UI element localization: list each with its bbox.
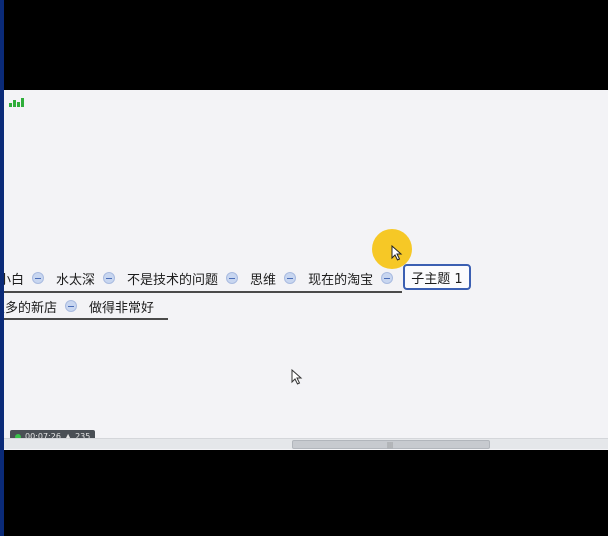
selected-topic-node[interactable]: 子主题 1: [403, 264, 471, 290]
app-logo-icon: [9, 95, 27, 107]
topic-node[interactable]: 小白: [4, 269, 54, 288]
topic-label: 思维: [250, 272, 277, 288]
collapse-icon[interactable]: [284, 272, 297, 284]
topic-label: 小白: [4, 272, 25, 288]
topic-node[interactable]: 水太深: [54, 269, 125, 288]
topic-row-1: 小白 水太深 不是技术的问题 思维 现在的淘宝: [4, 265, 403, 291]
topic-row-2: 很多的新店 做得非常好: [4, 293, 156, 319]
topic-label: 很多的新店: [4, 300, 58, 316]
horizontal-scrollbar[interactable]: |||: [4, 438, 608, 449]
topic-node[interactable]: 做得非常好: [87, 297, 156, 316]
collapse-icon[interactable]: [32, 272, 45, 284]
connector-line: [4, 318, 168, 320]
collapse-icon[interactable]: [103, 272, 116, 284]
selected-topic-label: 子主题 1: [411, 271, 463, 287]
mouse-pointer-icon: [291, 369, 303, 385]
collapse-icon[interactable]: [226, 272, 239, 284]
collapse-icon[interactable]: [65, 300, 78, 312]
mouse-pointer-icon: [391, 245, 403, 261]
topic-node[interactable]: 不是技术的问题: [125, 269, 248, 288]
topic-label: 做得非常好: [89, 300, 155, 316]
topic-node[interactable]: 很多的新店: [4, 297, 87, 316]
topic-node[interactable]: 思维: [248, 269, 306, 288]
topic-label: 水太深: [56, 272, 96, 288]
topic-label: 现在的淘宝: [308, 272, 374, 288]
collapse-icon[interactable]: [381, 272, 394, 284]
topic-node[interactable]: 现在的淘宝: [306, 269, 403, 288]
scrollbar-grip-icon: |||: [387, 442, 394, 449]
topic-label: 不是技术的问题: [127, 272, 219, 288]
scrollbar-thumb[interactable]: |||: [292, 440, 490, 449]
mindmap-canvas[interactable]: 小白 水太深 不是技术的问题 思维 现在的淘宝 子主题 1 很多的新店 做得: [4, 90, 608, 450]
